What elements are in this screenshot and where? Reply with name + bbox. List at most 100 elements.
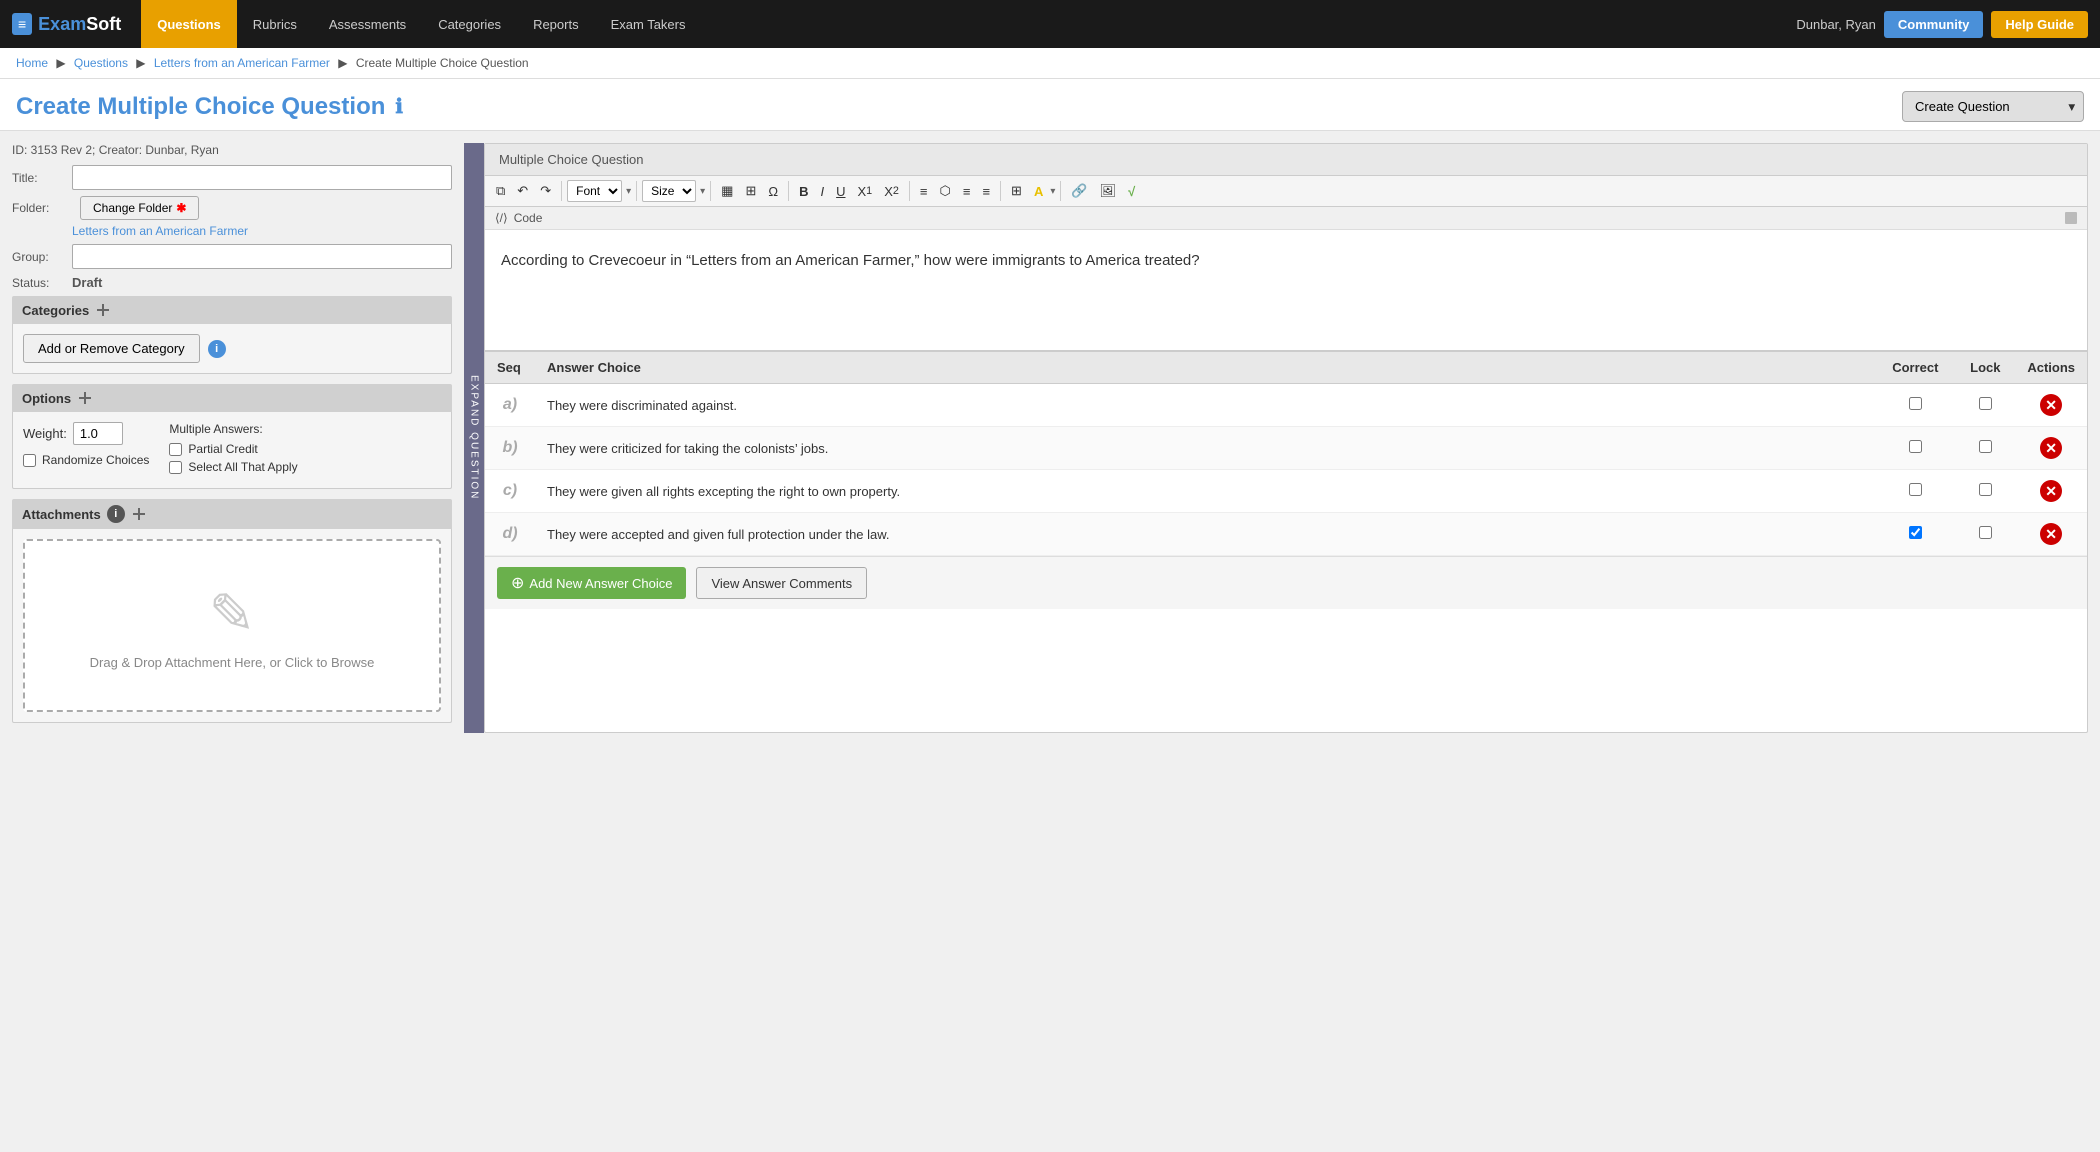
col-answer: Answer Choice: [535, 351, 1875, 384]
correct-checkbox[interactable]: [1909, 397, 1922, 410]
group-input[interactable]: [72, 244, 452, 269]
add-answer-plus-icon: ⊕: [511, 573, 524, 593]
breadcrumb-current: Create Multiple Choice Question: [356, 56, 529, 70]
delete-answer-button[interactable]: ✕: [2040, 394, 2062, 416]
categories-cross-icon[interactable]: [95, 302, 111, 318]
options-left: Weight: Randomize Choices: [23, 422, 149, 471]
lock-checkbox[interactable]: [1979, 440, 1992, 453]
attachment-drop-zone[interactable]: ✎ Drag & Drop Attachment Here, or Click …: [23, 539, 441, 712]
tb-color-btn[interactable]: A: [1029, 181, 1048, 202]
select-all-checkbox[interactable]: [169, 461, 182, 474]
randomize-label: Randomize Choices: [42, 453, 149, 467]
title-input[interactable]: [72, 165, 452, 190]
add-answer-button[interactable]: ⊕ Add New Answer Choice: [497, 567, 686, 599]
weight-input[interactable]: [73, 422, 123, 445]
tb-sep-7: [1060, 181, 1061, 201]
lock-checkbox[interactable]: [1979, 397, 1992, 410]
help-guide-button[interactable]: Help Guide: [1991, 11, 2088, 38]
tb-ul-btn[interactable]: ≡: [915, 181, 933, 202]
options-cross-icon[interactable]: [77, 390, 93, 406]
folder-label: Folder:: [12, 201, 72, 215]
breadcrumb-questions[interactable]: Questions: [74, 56, 128, 70]
editor-label: Multiple Choice Question: [485, 144, 2087, 176]
tb-table-btn[interactable]: ▦: [716, 180, 738, 202]
col-lock: Lock: [1955, 351, 2015, 384]
attachments-section: Attachments i ✎ Drag & Drop Attachment H…: [12, 499, 452, 723]
create-question-select[interactable]: Create Question: [1903, 92, 2083, 121]
tb-copy-btn[interactable]: ⧉: [491, 180, 510, 202]
attachments-cross-icon[interactable]: [131, 506, 147, 522]
create-question-wrapper: Create Question ▾: [1902, 91, 2084, 122]
page-info-icon[interactable]: ℹ: [395, 94, 403, 119]
code-label: Code: [514, 211, 543, 225]
add-remove-category-button[interactable]: Add or Remove Category: [23, 334, 200, 363]
nav-reports[interactable]: Reports: [517, 0, 595, 48]
right-panel: Multiple Choice Question ⧉ ↶ ↷ Font ▾ Si…: [484, 143, 2088, 733]
correct-checkbox[interactable]: [1909, 440, 1922, 453]
breadcrumb-home[interactable]: Home: [16, 56, 48, 70]
tb-math-btn[interactable]: √: [1123, 181, 1140, 202]
delete-answer-button[interactable]: ✕: [2040, 437, 2062, 459]
tb-undo-btn[interactable]: ↶: [512, 180, 533, 202]
nav-assessments[interactable]: Assessments: [313, 0, 422, 48]
lock-cell: [1955, 427, 2015, 470]
correct-checkbox[interactable]: [1909, 526, 1922, 539]
tb-font-select[interactable]: Font: [567, 180, 622, 202]
nav-rubrics[interactable]: Rubrics: [237, 0, 313, 48]
lock-checkbox[interactable]: [1979, 526, 1992, 539]
tb-table2-btn[interactable]: ⊞: [740, 180, 761, 202]
delete-answer-button[interactable]: ✕: [2040, 523, 2062, 545]
table-row: c) They were given all rights excepting …: [485, 470, 2087, 513]
tb-underline-btn[interactable]: U: [831, 181, 850, 202]
community-button[interactable]: Community: [1884, 11, 1984, 38]
seq-cell: b): [485, 427, 535, 470]
expand-sidebar[interactable]: EXPAND QUESTION: [464, 143, 484, 733]
actions-cell: ✕: [2015, 427, 2087, 470]
tb-italic-btn[interactable]: I: [815, 181, 829, 202]
editor-content[interactable]: According to Crevecoeur in “Letters from…: [485, 230, 2087, 350]
tb-color-down-icon: ▾: [1050, 186, 1055, 197]
correct-cell: [1875, 427, 1955, 470]
attachments-info-icon[interactable]: i: [107, 505, 125, 523]
tb-superscript-btn[interactable]: X2: [879, 181, 904, 202]
change-folder-button[interactable]: Change Folder ✱: [80, 196, 199, 220]
view-comments-button[interactable]: View Answer Comments: [696, 567, 867, 599]
correct-checkbox[interactable]: [1909, 483, 1922, 496]
editor-footer: ⊕ Add New Answer Choice View Answer Comm…: [485, 556, 2087, 609]
tb-align-center-btn[interactable]: ≡: [958, 181, 976, 202]
tb-subscript-btn[interactable]: X1: [853, 181, 878, 202]
correct-cell: [1875, 384, 1955, 427]
breadcrumb-sep-3: ▶: [338, 56, 351, 70]
lock-checkbox[interactable]: [1979, 483, 1992, 496]
delete-answer-button[interactable]: ✕: [2040, 480, 2062, 502]
table-row: d) They were accepted and given full pro…: [485, 513, 2087, 556]
multiple-answers-label: Multiple Answers:: [169, 422, 297, 436]
tb-indent-btn[interactable]: ⊞: [1006, 180, 1027, 202]
tb-link-btn[interactable]: 🔗: [1066, 180, 1092, 202]
table-row: b) They were criticized for taking the c…: [485, 427, 2087, 470]
randomize-row: Randomize Choices: [23, 453, 149, 467]
nav-questions[interactable]: Questions: [141, 0, 237, 48]
tb-omega-btn[interactable]: Ω: [763, 181, 783, 202]
tb-align-left-btn[interactable]: ⬡: [935, 180, 956, 202]
category-info-icon[interactable]: i: [208, 340, 226, 358]
attachments-header: Attachments i: [12, 499, 452, 529]
group-label: Group:: [12, 250, 72, 264]
nav-categories[interactable]: Categories: [422, 0, 517, 48]
partial-credit-checkbox[interactable]: [169, 443, 182, 456]
tb-sep-6: [1000, 181, 1001, 201]
randomize-checkbox[interactable]: [23, 454, 36, 467]
asterisk-icon: ✱: [176, 201, 186, 215]
tb-bold-btn[interactable]: B: [794, 181, 813, 202]
breadcrumb-folder[interactable]: Letters from an American Farmer: [154, 56, 330, 70]
tb-redo-btn[interactable]: ↷: [535, 180, 556, 202]
logo-soft: Soft: [86, 14, 121, 34]
nav-exam-takers[interactable]: Exam Takers: [595, 0, 702, 48]
tb-align-right-btn[interactable]: ≡: [977, 181, 995, 202]
folder-row: Folder: Change Folder ✱ Letters from an …: [12, 196, 452, 238]
options-title: Options: [22, 391, 71, 406]
folder-link[interactable]: Letters from an American Farmer: [72, 224, 248, 238]
options-right: Multiple Answers: Partial Credit Select …: [169, 422, 297, 478]
tb-size-select[interactable]: Size: [642, 180, 696, 202]
tb-image-btn[interactable]: 🖼: [1095, 180, 1122, 202]
